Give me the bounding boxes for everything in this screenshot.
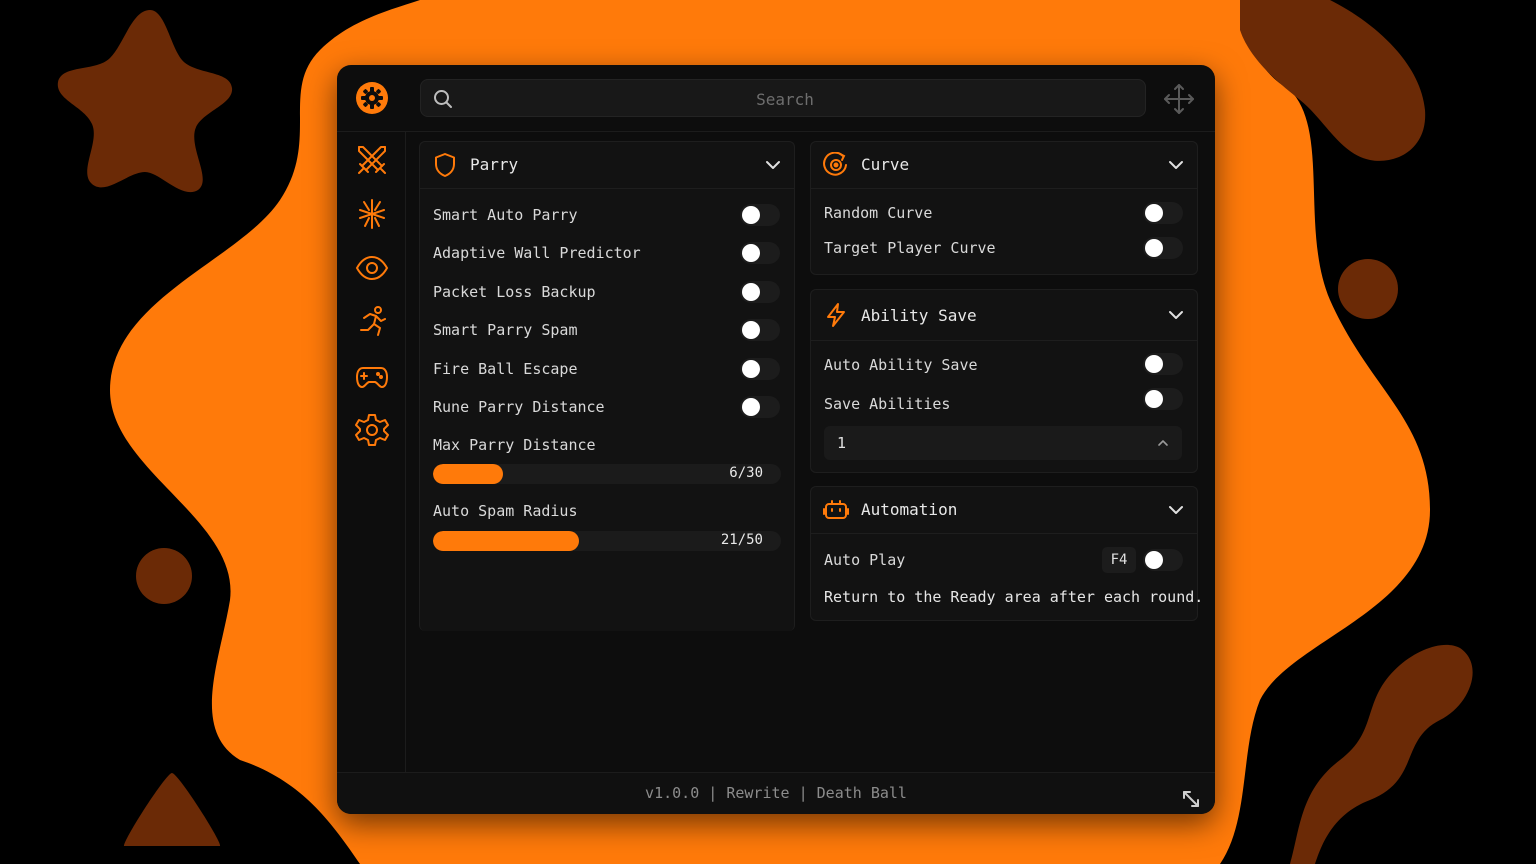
logo-gear-icon	[356, 82, 388, 114]
sidebar	[337, 132, 406, 772]
toggle-label: Smart Parry Spam	[433, 321, 578, 339]
crossed-swords-icon	[358, 146, 386, 174]
target-player-curve-toggle[interactable]	[1143, 237, 1183, 259]
slider-label: Max Parry Distance	[433, 436, 596, 454]
curve-header[interactable]: Curve	[811, 142, 1197, 189]
slider-fill	[433, 531, 580, 551]
sidebar-item-abilities[interactable]	[354, 196, 390, 232]
save-abilities-select[interactable]: 1	[824, 426, 1182, 460]
curve-target-icon	[823, 152, 847, 176]
gamepad-icon	[356, 367, 388, 388]
move-icon[interactable]	[1163, 83, 1195, 115]
eye-icon	[355, 255, 389, 281]
adaptive-wall-predictor-toggle[interactable]	[740, 242, 780, 264]
curve-title: Curve	[861, 155, 910, 174]
auto-spam-radius-slider[interactable]: 21/50	[433, 531, 781, 551]
toggle-label: Rune Parry Distance	[433, 398, 605, 416]
curve-section: Curve Random Curve Target Player Curve	[810, 141, 1198, 275]
main-window: Parry Smart Auto Parry Adaptive Wall Pre…	[337, 65, 1215, 814]
toggle-label: Fire Ball Escape	[433, 360, 578, 378]
slider-value: 6/30	[729, 465, 763, 481]
circle-shape-left	[136, 548, 192, 604]
robot-icon	[823, 500, 849, 519]
parry-title: Parry	[470, 155, 519, 174]
toggle-label: Save Abilities	[824, 395, 951, 413]
slider-value: 21/50	[720, 532, 763, 548]
auto-ability-save-toggle[interactable]	[1143, 353, 1183, 375]
select-value: 1	[837, 434, 847, 452]
version-text: v1.0.0 | Rewrite | Death Ball	[645, 784, 907, 802]
toggle-label: Smart Auto Parry	[433, 206, 578, 224]
lightning-icon	[827, 303, 845, 327]
chevron-down-icon[interactable]	[1167, 156, 1185, 174]
gear-icon	[355, 414, 389, 446]
toggle-label: Random Curve	[824, 204, 933, 222]
packet-loss-backup-toggle[interactable]	[740, 281, 780, 303]
parry-section: Parry Smart Auto Parry Adaptive Wall Pre…	[419, 141, 795, 631]
chevron-down-icon[interactable]	[1167, 501, 1185, 519]
toggle-label: Adaptive Wall Predictor	[433, 244, 641, 262]
circle-shape-right	[1338, 259, 1398, 319]
squiggle-shape	[1290, 644, 1473, 864]
smart-parry-spam-toggle[interactable]	[740, 319, 780, 341]
shield-icon	[435, 153, 455, 177]
chevron-down-icon[interactable]	[764, 156, 782, 174]
toggle-label: Auto Ability Save	[824, 356, 978, 374]
slider-fill	[433, 464, 503, 484]
rune-parry-distance-toggle[interactable]	[740, 396, 780, 418]
top-bar	[337, 65, 1215, 132]
toggle-label: Packet Loss Backup	[433, 283, 596, 301]
automation-section: Automation Auto Play F4 Return to the Re…	[810, 486, 1203, 621]
toggle-label: Target Player Curve	[824, 239, 996, 257]
sidebar-item-movement[interactable]	[354, 304, 390, 340]
automation-header[interactable]: Automation	[811, 487, 1197, 534]
max-parry-distance-slider[interactable]: 6/30	[433, 464, 781, 484]
save-abilities-toggle[interactable]	[1143, 388, 1183, 410]
sidebar-item-settings[interactable]	[354, 412, 390, 448]
auto-play-toggle[interactable]	[1143, 549, 1183, 571]
star-shape	[57, 10, 233, 193]
random-curve-toggle[interactable]	[1143, 202, 1183, 224]
triangle-shape	[123, 773, 221, 846]
ability-save-title: Ability Save	[861, 306, 977, 325]
sidebar-item-games[interactable]	[354, 358, 390, 394]
ability-save-header[interactable]: Ability Save	[811, 290, 1197, 341]
smart-auto-parry-toggle[interactable]	[740, 204, 780, 226]
toggle-label: Auto Play	[824, 551, 906, 569]
automation-title: Automation	[861, 500, 958, 519]
search-bar	[420, 79, 1149, 118]
automation-description: Return to the Ready area after each roun…	[824, 588, 1204, 606]
slider-label: Auto Spam Radius	[433, 502, 578, 520]
sidebar-item-visuals[interactable]	[354, 250, 390, 286]
resize-icon[interactable]	[1180, 788, 1202, 810]
fire-ball-escape-toggle[interactable]	[740, 358, 780, 380]
chevron-down-icon[interactable]	[1167, 306, 1185, 324]
chevron-up-icon	[1158, 440, 1168, 446]
ability-save-section: Ability Save Auto Ability Save Save Abil…	[810, 289, 1198, 473]
sidebar-item-combat[interactable]	[354, 142, 390, 178]
footer: v1.0.0 | Rewrite | Death Ball	[337, 772, 1215, 814]
running-person-icon	[360, 306, 386, 336]
search-input[interactable]	[421, 80, 1149, 118]
sparkle-icon	[359, 199, 385, 229]
keybind-badge[interactable]: F4	[1102, 547, 1136, 573]
parry-header[interactable]: Parry	[420, 142, 794, 189]
